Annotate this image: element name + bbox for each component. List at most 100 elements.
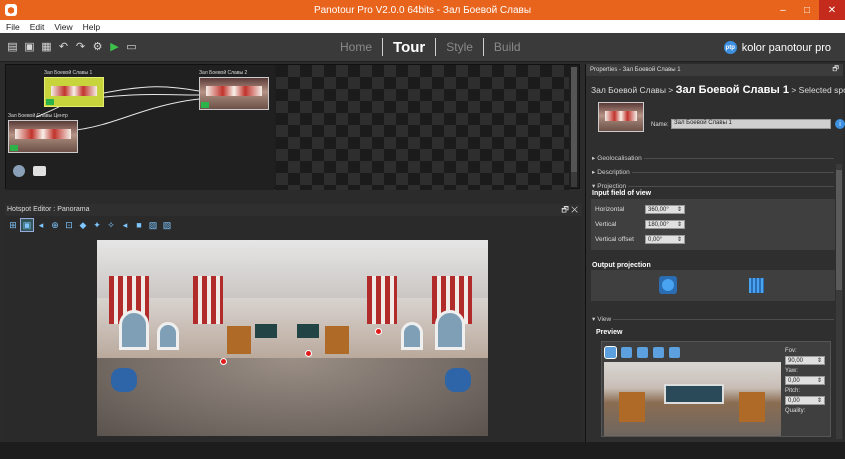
map-canvas[interactable] (276, 65, 569, 190)
redo-icon[interactable]: ↷ (74, 40, 87, 53)
maximize-button[interactable]: □ (795, 0, 819, 20)
fov-spinbox[interactable]: 90,00 ⇕ (785, 356, 825, 365)
graph-node-1[interactable]: Зал Боевой Славы 1 (44, 70, 104, 107)
hotspot-editor-title: Hotspot Editor : Panorama (7, 206, 90, 213)
polygon-icon[interactable]: ◆ (77, 219, 89, 231)
image-icon[interactable]: ▨ (147, 219, 159, 231)
toolbar-icons: ▤ ▣ ▦ ↶ ↷ ⚙ ▶ ▭ (6, 40, 138, 53)
mode-tabs: Home Tour Style Build (340, 38, 521, 56)
input-fov-heading: Input field of view (592, 190, 652, 197)
spherical-projection-icon[interactable] (659, 276, 677, 294)
graph-node-label: Зал Боевой Славы 2 (199, 70, 248, 76)
panorama-image[interactable] (97, 240, 488, 436)
hotspot-marker[interactable] (375, 328, 382, 335)
main-toolbar: ▤ ▣ ▦ ↶ ↷ ⚙ ▶ ▭ Home Tour Style Build pt… (0, 33, 845, 62)
person-icon[interactable] (621, 347, 632, 358)
frame-icon[interactable] (637, 347, 648, 358)
graph-scrollbar[interactable] (571, 67, 577, 187)
graph-node-2[interactable]: Зал Боевой Славы 2 (199, 70, 269, 110)
breadcrumb-tail: > Selected spots (791, 85, 845, 95)
breadcrumb: Зал Боевой Славы > Зал Боевой Славы 1 > … (591, 84, 845, 96)
properties-panel: Properties - Зал Боевой Славы 1 🗗 Зал Бо… (585, 64, 845, 442)
arrow-icon[interactable]: ◂ (119, 219, 131, 231)
new-project-icon[interactable]: ▤ (6, 40, 19, 53)
globe-icon[interactable] (13, 165, 25, 177)
section-projection[interactable]: ▾ Projection (592, 182, 834, 190)
settings-gear-icon[interactable]: ⚙ (91, 40, 104, 53)
close-button[interactable]: ✕ (819, 0, 845, 20)
zoom-fit-icon[interactable]: ⊡ (63, 219, 75, 231)
link-1-2 (103, 86, 200, 94)
fov-horizontal-row: Horizontal 360,00° ⇕ (595, 205, 685, 214)
vertical-spinbox[interactable]: 180,00° ⇕ (645, 220, 685, 229)
spin-arrows-icon[interactable]: ⇕ (677, 236, 682, 243)
add-point-icon[interactable]: ◂ (35, 219, 47, 231)
spin-arrows-icon[interactable]: ⇕ (677, 206, 682, 213)
spin-arrows-icon[interactable]: ⇕ (817, 377, 822, 384)
spin-arrows-icon[interactable]: ⇕ (677, 221, 682, 228)
preview-fields: Fov: 90,00 ⇕ Yaw: 0,00 ⇕ Pitch: 0,00 ⇕ Qual… (785, 345, 831, 414)
preview-window-icon[interactable]: ▭ (125, 40, 138, 53)
properties-scrollbar[interactable] (836, 164, 842, 439)
menu-edit[interactable]: Edit (30, 22, 45, 32)
yaw-value: 0,00 (788, 377, 800, 384)
tab-tour[interactable]: Tour (393, 39, 425, 56)
hotspot-canvas[interactable] (5, 234, 582, 441)
layer-icon[interactable]: ■ (133, 219, 145, 231)
vertical-offset-spinbox[interactable]: 0,00° ⇕ (645, 235, 685, 244)
preview-image[interactable] (604, 362, 781, 436)
name-input[interactable]: Зал Боевой Славы 1 (671, 119, 831, 129)
minimize-button[interactable]: – (771, 0, 795, 20)
select-view-icon[interactable] (604, 346, 617, 359)
compass-icon[interactable] (669, 347, 680, 358)
section-description[interactable]: ▸ Description (592, 168, 834, 176)
undo-icon[interactable]: ↶ (57, 40, 70, 53)
horizontal-spinbox[interactable]: 360,00° ⇕ (645, 205, 685, 214)
tab-home[interactable]: Home (340, 40, 372, 54)
select-tool-icon[interactable]: ▣ (20, 218, 34, 232)
tab-separator (382, 38, 384, 56)
graph-node-thumbnail (8, 120, 78, 153)
menu-view[interactable]: View (54, 22, 72, 32)
hotspot-marker[interactable] (305, 350, 312, 357)
breadcrumb-parent[interactable]: Зал Боевой Славы (591, 85, 666, 95)
vertical-offset-value: 0,00° (648, 236, 663, 243)
spin-arrows-icon[interactable]: ⇕ (817, 357, 822, 364)
comment-icon[interactable] (33, 166, 46, 176)
tour-graph[interactable]: Зал Боевой Славы 1 Зал Боевой Славы 2 За… (6, 65, 274, 190)
section-geolocalisation[interactable]: ▸ Geolocalisation (592, 154, 834, 162)
graph-node-3[interactable]: Зал Боевой Славы Центр (8, 113, 78, 153)
hotspot-tool-icon[interactable]: ⊞ (7, 219, 19, 231)
user-icon[interactable] (653, 347, 664, 358)
gallery-icon[interactable]: ▧ (161, 219, 173, 231)
title-bar: ⬢ Panotour Pro V2.0.0 64bits - Зал Боево… (0, 0, 845, 20)
link-icon[interactable]: ✧ (105, 219, 117, 231)
graph-node-label: Зал Боевой Славы 1 (44, 70, 93, 76)
tab-build[interactable]: Build (494, 40, 521, 54)
cubic-projection-icon[interactable] (749, 278, 764, 293)
zoom-in-icon[interactable]: ⊕ (49, 219, 61, 231)
info-icon[interactable]: i (835, 119, 845, 129)
tab-separator (435, 38, 437, 56)
pitch-value: 0,00 (788, 397, 800, 404)
brand: ptp kolor panotour pro (723, 41, 831, 54)
menu-bar: File Edit View Help (0, 20, 845, 33)
fov-vertical-row: Vertical 180,00° ⇕ (595, 220, 685, 229)
section-view[interactable]: ▾ View (592, 315, 834, 323)
play-icon[interactable]: ▶ (108, 40, 121, 53)
menu-file[interactable]: File (6, 22, 20, 32)
add-panorama-icon[interactable]: ▦ (40, 40, 53, 53)
undock-icon[interactable]: 🗗 (832, 64, 839, 76)
pitch-spinbox[interactable]: 0,00 ⇕ (785, 396, 825, 405)
menu-help[interactable]: Help (83, 22, 100, 32)
spot-icon[interactable]: ✦ (91, 219, 103, 231)
vertical-label: Vertical (595, 221, 617, 228)
spin-arrows-icon[interactable]: ⇕ (817, 397, 822, 404)
tab-style[interactable]: Style (446, 40, 473, 54)
save-icon[interactable]: ▣ (23, 40, 36, 53)
yaw-spinbox[interactable]: 0,00 ⇕ (785, 376, 825, 385)
app-icon: ⬢ (5, 4, 17, 16)
hotspot-marker[interactable] (220, 358, 227, 365)
preview-toolbar (604, 346, 680, 359)
hotspot-editor-controls[interactable]: 🗗 ✕ (561, 204, 578, 216)
